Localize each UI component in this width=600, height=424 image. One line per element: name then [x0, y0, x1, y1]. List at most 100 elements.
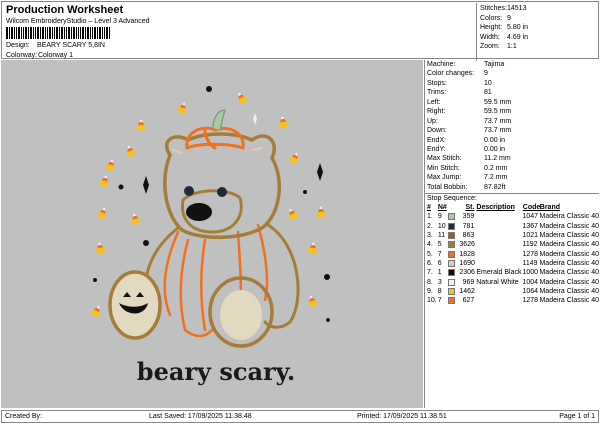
property-value: 87.82ft [484, 183, 506, 191]
page-title: Production Worksheet [6, 4, 124, 16]
property-label: Max Jump: [427, 174, 462, 182]
col-needle: N# [437, 204, 447, 212]
needle-number: 10 [437, 222, 446, 230]
barcode-bar [104, 27, 105, 39]
stat-value: 14513 [507, 5, 527, 12]
colorway-label: Colorway: [6, 52, 38, 59]
candy-corn-icon [289, 208, 299, 220]
design-label: Design: [6, 42, 30, 49]
stop-index: 5. [427, 250, 433, 258]
candy-corn-icon [90, 305, 100, 317]
candy-corn-icon [288, 152, 298, 164]
candy-corn-icon [238, 92, 248, 104]
candy-corn-icon [307, 242, 318, 254]
thread-code: 1278 [522, 297, 539, 305]
worksheet-header: Production Worksheet Wilcom EmbroiderySt… [1, 1, 600, 61]
color-swatch [447, 287, 455, 295]
barcode-bar [52, 27, 53, 39]
barcode-bar [82, 27, 84, 39]
thread-description [476, 222, 522, 231]
candy-corn-icon [99, 175, 109, 187]
barcode-bar [102, 27, 103, 39]
property-label: Left: [427, 98, 441, 106]
barcode-bar [87, 27, 89, 39]
property-row: Color changes: 9 [425, 69, 599, 78]
candy-corn-icon [96, 207, 106, 219]
stats-panel: Stitches: 14513 Colors: 9 Height: 5.80 in Widt… [476, 3, 600, 61]
lettering-beary-scary: beary scary. [137, 357, 295, 386]
thread-description: Emerald Black [476, 269, 522, 277]
barcode-bar [49, 27, 51, 39]
properties-panel: Machine: Tajima Color changes: 9 Stops: 10 Tri… [424, 60, 599, 408]
barcode-bar [64, 27, 65, 39]
barcode-bar [30, 27, 32, 39]
left-foot [108, 270, 162, 340]
thread-description [476, 287, 522, 296]
right-eye [217, 187, 227, 197]
stop-sequence-title: Stop Sequence: [425, 193, 599, 203]
stat-row: Zoom: 1:1 [480, 42, 598, 52]
candy-corn-icon [127, 145, 137, 157]
created-by: Created By: [5, 413, 42, 420]
property-value: 7.2 mm [484, 174, 508, 182]
stop-sequence-table: 1. 9 359 1047 Madeira Classic 40 2. 10 781 1367 M… [425, 212, 599, 305]
property-value: 59.5 mm [484, 108, 512, 116]
thread-brand: Madeira Classic 40 [539, 250, 599, 258]
thread-brand: Madeira Classic 40 [539, 213, 600, 221]
thread-brand: Madeira Classic 40 [539, 232, 600, 240]
colorway-value: Colorway 1 [38, 52, 74, 59]
left-eye [184, 186, 194, 196]
property-value: 0.2 mm [484, 164, 508, 172]
property-label: Right: [427, 108, 446, 116]
nose [186, 203, 212, 221]
color-swatch [447, 213, 455, 221]
barcode-bar [97, 27, 98, 39]
needle-number: 3 [437, 278, 442, 286]
color-swatch [447, 269, 455, 277]
stat-row: Height: 5.80 in [480, 23, 598, 33]
property-row: EndX: 0.00 in [425, 136, 599, 145]
needle-number: 6 [437, 259, 442, 267]
barcode-bar [35, 27, 36, 39]
thread-description [476, 231, 522, 240]
candy-corn-icon [104, 159, 115, 171]
candy-corn-icon [135, 119, 146, 131]
stop-row: 6. 6 1690 1149 Madeira Classic 40 [425, 259, 599, 268]
thread-code: 1064 [522, 287, 539, 295]
property-label: Color changes: [427, 70, 475, 78]
barcode-bar [21, 27, 22, 39]
col-index: # [427, 204, 431, 212]
property-row: Down: 73.7 mm [425, 126, 599, 135]
stop-row: 4. 5 3626 1192 Madeira Classic 40 [425, 240, 599, 249]
barcode-bar [40, 27, 41, 39]
thread-code: 1192 [522, 241, 538, 249]
property-row: Left: 59.5 mm [425, 98, 599, 107]
property-value: Tajima [484, 61, 505, 68]
barcode-bar [99, 27, 101, 39]
candy-corn-icon [176, 102, 187, 114]
barcode-bar [68, 27, 70, 39]
property-row: EndY: 0.00 in [425, 145, 599, 154]
barcode-bar [61, 27, 63, 39]
thread-brand: Madeira Classic 40 [539, 269, 599, 277]
candy-corn-icon [131, 213, 142, 225]
thread-description [476, 250, 522, 259]
stop-row: 8. 3 969 Natural White 1004 Madeira Classic 4… [425, 278, 599, 287]
property-row: Stops: 10 [425, 79, 599, 88]
color-swatch [447, 222, 455, 230]
stop-sequence-header: # N# St. Description Code Brand [425, 203, 599, 212]
barcode-bar [18, 27, 20, 39]
stop-index: 1. [427, 213, 433, 221]
property-value: 73.7 mm [484, 127, 512, 135]
bear-head [163, 132, 282, 239]
color-swatch [447, 259, 455, 267]
property-label: EndX: [427, 136, 447, 144]
col-description: Description [476, 204, 515, 212]
stop-index: 3. [427, 232, 433, 240]
barcode-bar [106, 27, 108, 39]
property-row: Machine: Tajima [425, 60, 599, 69]
barcode-bar [76, 27, 77, 39]
barcode-bar [73, 27, 75, 39]
barcode-bar [59, 27, 60, 39]
color-swatch [447, 297, 455, 305]
